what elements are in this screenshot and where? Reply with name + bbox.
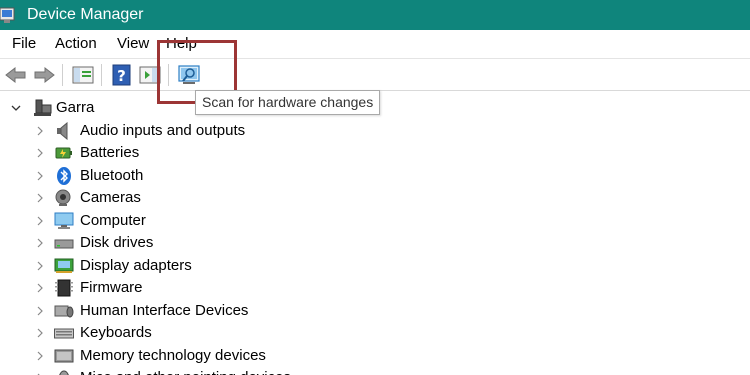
chevron-right-icon[interactable] [34, 300, 46, 322]
tree-root-label: Garra [56, 99, 95, 116]
forward-icon[interactable] [32, 63, 56, 87]
memory-icon [54, 349, 74, 363]
firmware-chip-icon [55, 279, 73, 297]
chevron-right-icon[interactable] [34, 210, 46, 232]
chevron-right-icon[interactable] [34, 345, 46, 367]
chevron-right-icon[interactable] [34, 367, 46, 375]
chevron-right-icon[interactable] [34, 142, 46, 164]
menu-bar: File Action View Help [0, 30, 750, 58]
menu-action[interactable]: Action [55, 35, 97, 53]
window-title: Device Manager [27, 6, 144, 23]
speaker-icon [57, 122, 68, 140]
chevron-right-icon[interactable] [34, 232, 46, 254]
chevron-right-icon[interactable] [34, 255, 46, 277]
chevron-right-icon[interactable] [34, 120, 46, 142]
tree-item-label: Batteries [80, 144, 140, 161]
svg-text:?: ? [117, 67, 126, 85]
device-tree: Garra Audio inputs and outputs Batteries… [0, 95, 750, 375]
tree-item-computer[interactable]: Computer [0, 210, 300, 232]
tree-item-disk-drives[interactable]: Disk drives [0, 232, 300, 254]
menu-view[interactable]: View [117, 35, 149, 53]
help-icon[interactable]: ? [110, 63, 134, 87]
bluetooth-icon [57, 167, 71, 185]
tree-item-label: Firmware [80, 279, 143, 296]
title-bar: Device Manager [0, 0, 750, 30]
monitor-icon [54, 212, 74, 229]
tree-item-audio[interactable]: Audio inputs and outputs [0, 120, 300, 142]
tree-item-label: Disk drives [80, 234, 154, 251]
tree-item-label: Cameras [80, 189, 141, 206]
mouse-icon [59, 370, 69, 375]
disk-drive-icon [54, 239, 74, 249]
battery-icon [55, 147, 72, 159]
tree-item-label: Computer [80, 212, 146, 229]
tree-item-label: Audio inputs and outputs [80, 122, 246, 139]
chevron-right-icon[interactable] [34, 165, 46, 187]
tree-item-label: Bluetooth [80, 167, 144, 184]
tree-item-display-adapters[interactable]: Display adapters [0, 255, 300, 277]
chevron-right-icon[interactable] [34, 322, 46, 344]
tree-item-label: Memory technology devices [80, 347, 266, 364]
chevron-right-icon[interactable] [34, 277, 46, 299]
tree-item-mice[interactable]: Mice and other pointing devices [0, 367, 320, 375]
camera-icon [55, 189, 71, 206]
toolbar: ? [0, 58, 750, 91]
computer-icon [34, 99, 52, 116]
tree-item-cameras[interactable]: Cameras [0, 187, 300, 209]
tree-item-label: Mice and other pointing devices [80, 367, 291, 375]
device-manager-app-icon [0, 7, 15, 23]
tree-item-label: Keyboards [80, 324, 152, 341]
keyboard-icon [54, 328, 74, 339]
tree-item-bluetooth[interactable]: Bluetooth [0, 165, 300, 187]
tree-item-keyboards[interactable]: Keyboards [0, 322, 300, 344]
display-adapter-icon [54, 258, 74, 273]
tree-root-node[interactable]: Garra [0, 97, 200, 119]
hid-icon [54, 305, 74, 318]
tree-item-memory-tech[interactable]: Memory technology devices [0, 345, 300, 367]
menu-file[interactable]: File [12, 35, 36, 53]
tree-item-hid[interactable]: Human Interface Devices [0, 300, 300, 322]
show-hide-console-tree-icon[interactable] [71, 63, 95, 87]
tree-item-label: Human Interface Devices [80, 302, 249, 319]
toolbar-separator [101, 64, 102, 86]
tree-item-label: Display adapters [80, 257, 192, 274]
toolbar-separator [62, 64, 63, 86]
back-icon[interactable] [4, 63, 28, 87]
tree-item-batteries[interactable]: Batteries [0, 142, 300, 164]
tree-item-firmware[interactable]: Firmware [0, 277, 300, 299]
chevron-down-icon[interactable] [10, 97, 22, 119]
chevron-right-icon[interactable] [34, 187, 46, 209]
